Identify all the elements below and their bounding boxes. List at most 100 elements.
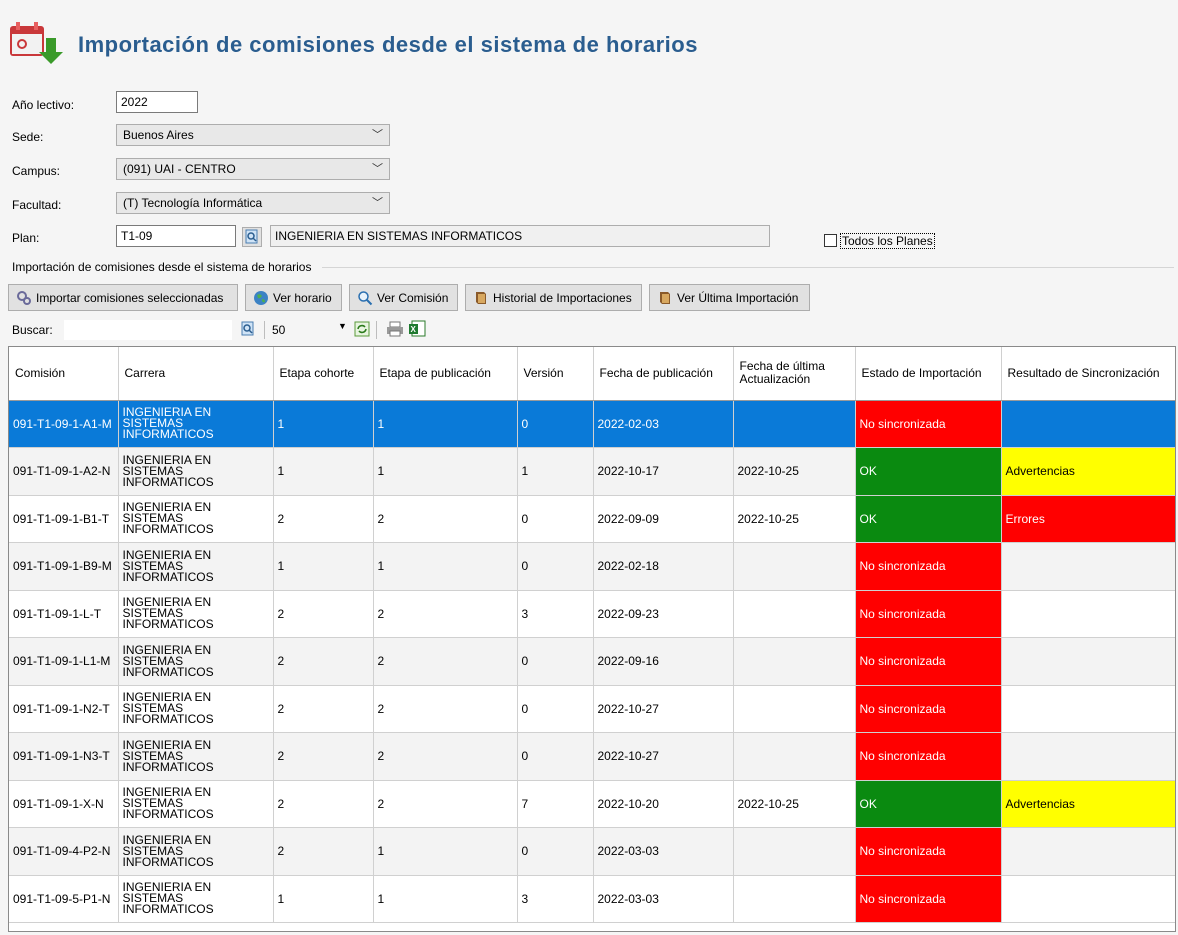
cell-etapa-pub[interactable]: 1 [373,542,518,591]
table-row[interactable]: 091-T1-09-1-A2-N INGENIERIA EN SISTEMAS I… [9,447,1175,496]
table-row[interactable]: 091-T1-09-1-N2-T INGENIERIA EN SISTEMAS I… [9,685,1175,733]
cell-carrera[interactable]: INGENIERIA EN SISTEMAS INFORMATICOS [118,875,274,923]
cell-etapa-cohorte[interactable]: 2 [273,590,374,638]
cell-etapa-pub[interactable]: 2 [373,590,518,638]
cell-version[interactable]: 0 [517,827,594,876]
cell-version[interactable]: 0 [517,637,594,686]
cell-comision[interactable]: 091-T1-09-5-P1-N [9,875,119,923]
cell-fecha-pub[interactable]: 2022-10-27 [593,732,734,781]
cell-version[interactable]: 0 [517,400,594,448]
cell-etapa-cohorte[interactable]: 1 [273,542,374,591]
table-row[interactable]: 091-T1-09-4-P2-N INGENIERIA EN SISTEMAS I… [9,827,1175,876]
cell-resultado[interactable] [1001,827,1175,876]
column-header[interactable]: Comisión [9,347,119,401]
cell-version[interactable]: 0 [517,732,594,781]
sede-select[interactable]: Buenos Aires ﹀ [116,124,390,146]
cell-estado[interactable]: OK [855,447,1002,496]
cell-resultado[interactable] [1001,637,1175,686]
column-header[interactable]: Fecha de última Actualización [733,347,856,401]
cell-fecha-act[interactable] [733,875,856,923]
import-selected-button[interactable]: Importar comisiones seleccionadas [8,284,238,311]
cell-comision[interactable]: 091-T1-09-1-X-N [9,780,119,828]
historial-button[interactable]: Historial de Importaciones [465,284,642,311]
cell-fecha-act[interactable] [733,732,856,781]
cell-fecha-pub[interactable]: 2022-10-17 [593,447,734,496]
cell-version[interactable]: 1 [517,447,594,496]
cell-version[interactable]: 0 [517,495,594,543]
cell-etapa-pub[interactable]: 2 [373,637,518,686]
cell-fecha-act[interactable] [733,590,856,638]
table-row[interactable]: 091-T1-09-5-P1-N INGENIERIA EN SISTEMAS I… [9,875,1175,923]
cell-estado[interactable]: No sincronizada [855,685,1002,733]
cell-fecha-pub[interactable]: 2022-09-16 [593,637,734,686]
cell-fecha-pub[interactable]: 2022-10-20 [593,780,734,828]
refresh-button[interactable] [354,321,370,340]
cell-version[interactable]: 0 [517,542,594,591]
cell-fecha-act[interactable]: 2022-10-25 [733,780,856,828]
campus-select[interactable]: (091) UAI - CENTRO ﹀ [116,158,390,180]
cell-etapa-pub[interactable]: 2 [373,685,518,733]
cell-fecha-pub[interactable]: 2022-03-03 [593,875,734,923]
cell-etapa-pub[interactable]: 1 [373,875,518,923]
cell-estado[interactable]: No sincronizada [855,732,1002,781]
table-row[interactable]: 091-T1-09-1-N3-T INGENIERIA EN SISTEMAS I… [9,732,1175,781]
cell-comision[interactable]: 091-T1-09-1-N3-T [9,732,119,781]
cell-resultado[interactable]: Advertencias [1001,780,1175,828]
cell-resultado[interactable] [1001,400,1175,448]
search-input[interactable] [64,320,232,340]
cell-etapa-cohorte[interactable]: 1 [273,400,374,448]
anio-input[interactable]: 2022 [116,91,198,113]
cell-etapa-cohorte[interactable]: 2 [273,827,374,876]
cell-resultado[interactable]: Errores [1001,495,1175,543]
cell-fecha-act[interactable] [733,542,856,591]
table-row[interactable]: 091-T1-09-1-X-N INGENIERIA EN SISTEMAS IN… [9,780,1175,828]
cell-comision[interactable]: 091-T1-09-1-N2-T [9,685,119,733]
cell-resultado[interactable]: Advertencias [1001,447,1175,496]
cell-carrera[interactable]: INGENIERIA EN SISTEMAS INFORMATICOS [118,732,274,781]
cell-resultado[interactable] [1001,542,1175,591]
cell-carrera[interactable]: INGENIERIA EN SISTEMAS INFORMATICOS [118,590,274,638]
cell-carrera[interactable]: INGENIERIA EN SISTEMAS INFORMATICOS [118,542,274,591]
table-row[interactable]: 091-T1-09-1-L1-M INGENIERIA EN SISTEMAS I… [9,637,1175,686]
cell-carrera[interactable]: INGENIERIA EN SISTEMAS INFORMATICOS [118,400,274,448]
cell-fecha-act[interactable] [733,400,856,448]
cell-etapa-cohorte[interactable]: 2 [273,780,374,828]
cell-comision[interactable]: 091-T1-09-1-A2-N [9,447,119,496]
print-button[interactable] [386,321,404,340]
cell-etapa-pub[interactable]: 1 [373,400,518,448]
chevron-down-icon[interactable]: ▼ [338,321,347,331]
cell-comision[interactable]: 091-T1-09-1-L-T [9,590,119,638]
cell-estado[interactable]: OK [855,495,1002,543]
cell-etapa-pub[interactable]: 2 [373,732,518,781]
column-header[interactable]: Resultado de Sincronización [1001,347,1175,401]
cell-etapa-cohorte[interactable]: 2 [273,637,374,686]
column-header[interactable]: Versión [517,347,594,401]
todos-planes-checkbox[interactable]: Todos los Planes [824,232,935,249]
cell-comision[interactable]: 091-T1-09-4-P2-N [9,827,119,876]
cell-carrera[interactable]: INGENIERIA EN SISTEMAS INFORMATICOS [118,495,274,543]
cell-version[interactable]: 3 [517,590,594,638]
cell-fecha-pub[interactable]: 2022-03-03 [593,827,734,876]
cell-fecha-act[interactable] [733,827,856,876]
plan-code-input[interactable]: T1-09 [116,225,236,247]
cell-fecha-pub[interactable]: 2022-10-27 [593,685,734,733]
table-row[interactable]: 091-T1-09-1-B1-T INGENIERIA EN SISTEMAS I… [9,495,1175,543]
table-row[interactable]: 091-T1-09-1-B9-M INGENIERIA EN SISTEMAS I… [9,542,1175,591]
cell-estado[interactable]: OK [855,780,1002,828]
cell-resultado[interactable] [1001,590,1175,638]
cell-fecha-act[interactable] [733,685,856,733]
cell-fecha-pub[interactable]: 2022-09-23 [593,590,734,638]
page-size-select[interactable]: 50 [272,323,285,337]
cell-etapa-pub[interactable]: 1 [373,447,518,496]
cell-carrera[interactable]: INGENIERIA EN SISTEMAS INFORMATICOS [118,685,274,733]
column-header[interactable]: Fecha de publicación [593,347,734,401]
column-header[interactable]: Carrera [118,347,274,401]
cell-comision[interactable]: 091-T1-09-1-B9-M [9,542,119,591]
cell-carrera[interactable]: INGENIERIA EN SISTEMAS INFORMATICOS [118,637,274,686]
column-header[interactable]: Etapa cohorte [273,347,374,401]
cell-resultado[interactable] [1001,875,1175,923]
cell-comision[interactable]: 091-T1-09-1-B1-T [9,495,119,543]
cell-carrera[interactable]: INGENIERIA EN SISTEMAS INFORMATICOS [118,780,274,828]
cell-fecha-act[interactable]: 2022-10-25 [733,495,856,543]
ver-comision-button[interactable]: Ver Comisión [349,284,458,311]
